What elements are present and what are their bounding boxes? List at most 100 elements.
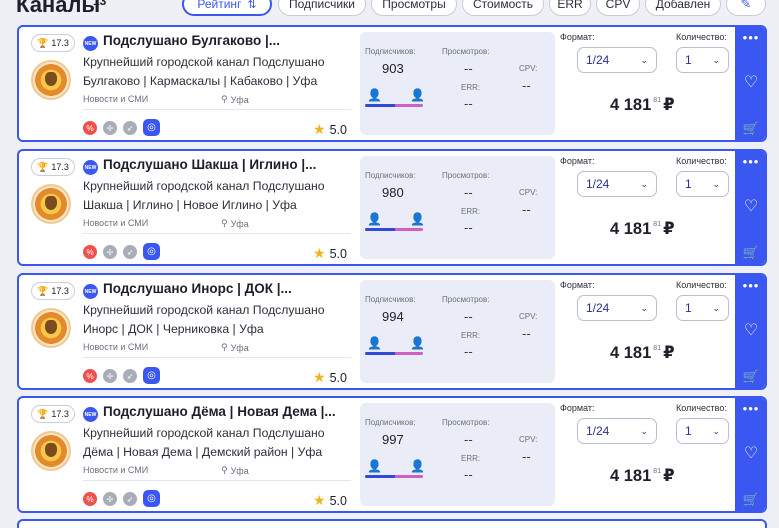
channel-name[interactable]: Подслушано Булгаково |... xyxy=(103,33,353,48)
err-value: -- xyxy=(464,220,473,235)
subscribers-value: 903 xyxy=(382,61,404,76)
divider xyxy=(83,357,351,358)
channel-name[interactable]: Подслушано Инорс | ДОК |... xyxy=(103,281,353,296)
percent-icon: % xyxy=(83,121,97,135)
channels-count: 13 xyxy=(93,0,107,8)
more-icon[interactable]: ••• xyxy=(743,402,760,415)
channel-avatar[interactable] xyxy=(31,184,71,224)
female-icon: 👤 xyxy=(410,88,425,102)
rocket-icon: ➶ xyxy=(123,492,137,506)
edit-button[interactable]: ✎ xyxy=(726,0,766,16)
format-select[interactable]: 1/24 ⌄ xyxy=(577,47,657,73)
channel-name[interactable]: Подслушано Дёма | Новая Дема |... xyxy=(103,404,353,419)
location-pin-icon: ⚲ xyxy=(221,465,228,475)
heart-icon[interactable]: ♡ xyxy=(744,322,758,339)
channel-card[interactable]: 🏆 17.3 NEW Подслушано Инорс | ДОК |... Кр… xyxy=(17,273,767,390)
stats-panel: Подписчиков: 994 Просмотров: -- ERR: -- … xyxy=(360,280,555,383)
quantity-select[interactable]: 1 ⌄ xyxy=(676,47,729,73)
subscribers-value: 997 xyxy=(382,432,404,447)
format-select[interactable]: 1/24 ⌄ xyxy=(577,171,657,197)
quantity-select[interactable]: 1 ⌄ xyxy=(676,295,729,321)
err-label: ERR: xyxy=(461,454,481,463)
location-pin-icon: ⚲ xyxy=(221,218,228,228)
err-value: -- xyxy=(464,96,473,111)
cpv-label: CPV: xyxy=(519,435,538,444)
views-label: Просмотров: xyxy=(442,171,490,180)
format-label: Формат: xyxy=(560,403,595,413)
sort-err-button[interactable]: ERR xyxy=(549,0,591,16)
new-badge: NEW xyxy=(83,407,98,422)
add-to-cart-icon[interactable]: 🛒 xyxy=(743,246,759,260)
female-icon: 👤 xyxy=(410,336,425,350)
quantity-label: Количество: xyxy=(676,403,727,413)
more-icon[interactable]: ••• xyxy=(743,31,760,44)
channel-card-partial[interactable] xyxy=(17,519,767,528)
page-header: Каналы 13 Рейтинг ⇅ Подписчики Просмотры… xyxy=(0,0,779,20)
male-icon: 👤 xyxy=(367,336,382,350)
format-select[interactable]: 1/24 ⌄ xyxy=(577,418,657,444)
channel-name[interactable]: Подслушано Шакша | Иглино |... xyxy=(103,157,353,172)
channel-city: ⚲ Уфа xyxy=(221,342,249,353)
chevron-down-icon: ⌄ xyxy=(640,178,648,189)
chevron-down-icon: ⌄ xyxy=(640,425,648,436)
rank-badge: 🏆 17.3 xyxy=(31,34,75,52)
location-pin-icon: ⚲ xyxy=(221,94,228,104)
heart-icon[interactable]: ♡ xyxy=(744,74,758,91)
more-icon[interactable]: ••• xyxy=(743,155,760,168)
err-label: ERR: xyxy=(461,331,481,340)
trophy-icon: 🏆 xyxy=(37,408,49,419)
gender-bar xyxy=(365,352,423,355)
quantity-label: Количество: xyxy=(676,156,727,166)
rocket-icon: ➶ xyxy=(123,369,137,383)
sort-subscribers-button[interactable]: Подписчики xyxy=(278,0,366,16)
add-to-cart-icon[interactable]: 🛒 xyxy=(743,122,759,136)
channel-card[interactable]: 🏆 17.3 NEW Подслушано Шакша | Иглино |...… xyxy=(17,149,767,266)
sort-added-button[interactable]: Добавлен xyxy=(645,0,721,16)
sort-views-button[interactable]: Просмотры xyxy=(371,0,457,16)
heart-icon[interactable]: ♡ xyxy=(744,445,758,462)
format-select[interactable]: 1/24 ⌄ xyxy=(577,295,657,321)
chevron-down-icon: ⌄ xyxy=(712,178,720,189)
heart-icon[interactable]: ♡ xyxy=(744,198,758,215)
channel-avatar[interactable] xyxy=(31,60,71,100)
gender-bar xyxy=(365,228,423,231)
stats-panel: Подписчиков: 980 Просмотров: -- ERR: -- … xyxy=(360,156,555,259)
channel-card[interactable]: 🏆 17.3 NEW Подслушано Булгаково |... Круп… xyxy=(17,25,767,142)
channel-city: ⚲ Уфа xyxy=(221,218,249,229)
sort-rating-button[interactable]: Рейтинг ⇅ xyxy=(182,0,272,16)
channel-description: Крупнейший городской канал Подслушано Ин… xyxy=(83,303,325,336)
channel-avatar[interactable] xyxy=(31,308,71,348)
rank-badge: 🏆 17.3 xyxy=(31,158,75,176)
quantity-select[interactable]: 1 ⌄ xyxy=(676,418,729,444)
quantity-label: Количество: xyxy=(676,32,727,42)
views-label: Просмотров: xyxy=(442,295,490,304)
location-pin-icon: ⚲ xyxy=(221,342,228,352)
pin-icon: ✢ xyxy=(103,492,117,506)
channel-description: Крупнейший городской канал Подслушано Бу… xyxy=(83,55,325,88)
channel-city: ⚲ Уфа xyxy=(221,465,249,476)
format-label: Формат: xyxy=(560,280,595,290)
male-icon: 👤 xyxy=(367,212,382,226)
channel-category: Новости и СМИ xyxy=(83,94,149,104)
new-badge: NEW xyxy=(83,160,98,175)
cpv-value: -- xyxy=(522,202,531,217)
chevron-down-icon: ⌄ xyxy=(712,425,720,436)
channel-avatar[interactable] xyxy=(31,431,71,471)
app-icon: ◎ xyxy=(143,367,160,384)
views-value: -- xyxy=(464,309,473,324)
add-to-cart-icon[interactable]: 🛒 xyxy=(743,370,759,384)
sort-cpv-button[interactable]: CPV xyxy=(596,0,640,16)
rank-badge: 🏆 17.3 xyxy=(31,282,75,300)
more-icon[interactable]: ••• xyxy=(743,279,760,292)
channel-card[interactable]: 🏆 17.3 NEW Подслушано Дёма | Новая Дема |… xyxy=(17,396,767,513)
quantity-select[interactable]: 1 ⌄ xyxy=(676,171,729,197)
rating: ★ 5.0 xyxy=(313,369,347,385)
views-value: -- xyxy=(464,61,473,76)
star-icon: ★ xyxy=(313,492,326,508)
sort-cost-button[interactable]: Стоимость xyxy=(462,0,544,16)
app-icon: ◎ xyxy=(143,243,160,260)
cpv-value: -- xyxy=(522,449,531,464)
add-to-cart-icon[interactable]: 🛒 xyxy=(743,493,759,507)
cpv-label: CPV: xyxy=(519,312,538,321)
subscribers-value: 994 xyxy=(382,309,404,324)
